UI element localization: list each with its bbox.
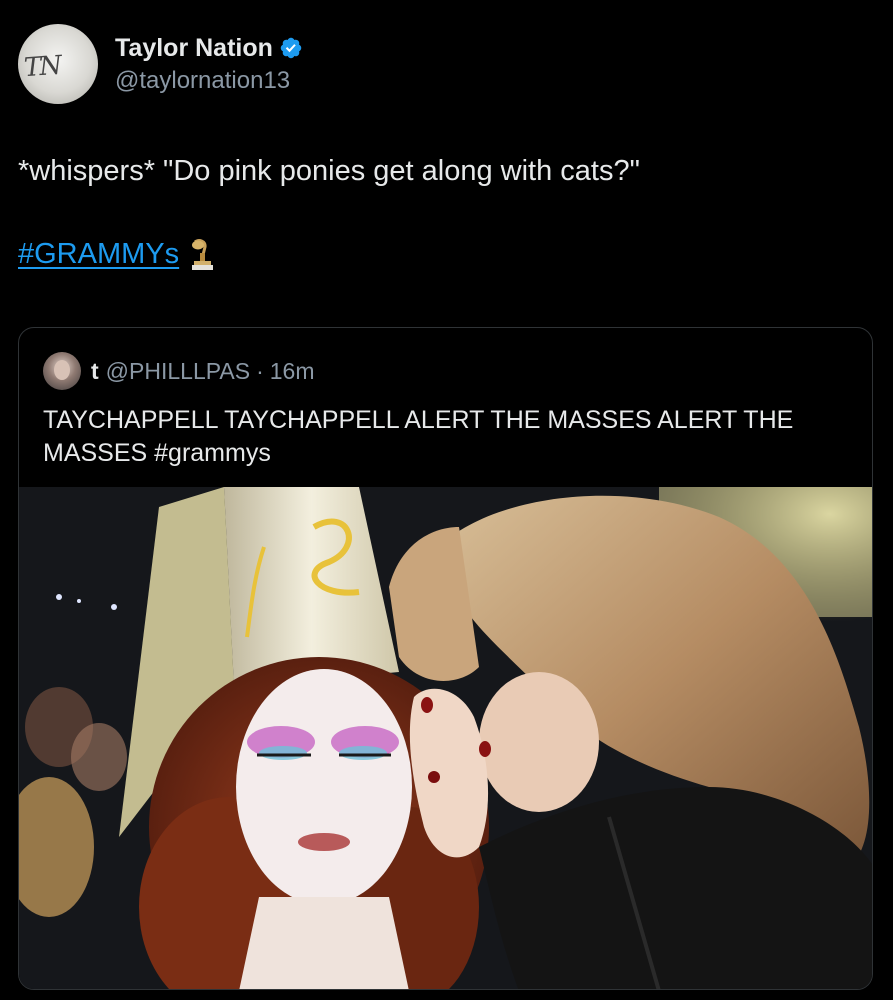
tweet-text: *whispers* "Do pink ponies get along wit… <box>18 155 640 187</box>
quoted-tweet-card[interactable]: t @PHILLLPAS · 16m TAYCHAPPELL TAYCHAPPE… <box>18 327 873 990</box>
quoted-author-display-name[interactable]: t <box>91 358 99 385</box>
avatar-monogram: TN <box>22 50 62 84</box>
author-avatar[interactable]: TN <box>18 24 98 104</box>
verified-badge-icon <box>280 37 302 59</box>
quoted-tweet-photo[interactable] <box>19 487 872 989</box>
tweet-author: TN Taylor Nation @taylornation13 <box>18 24 303 104</box>
gramophone-icon <box>192 238 214 270</box>
quoted-timestamp[interactable]: 16m <box>270 358 315 385</box>
quoted-author-handle[interactable]: @PHILLLPAS <box>106 358 250 385</box>
photo-illustration <box>19 487 872 989</box>
hashtag-row: #GRAMMYs <box>18 238 215 271</box>
author-display-name[interactable]: Taylor Nation <box>115 34 273 63</box>
quoted-author-avatar[interactable] <box>43 352 81 390</box>
author-handle[interactable]: @taylornation13 <box>115 67 303 95</box>
tweet-view: TN Taylor Nation @taylornation13 *whispe… <box>0 0 893 1000</box>
dot-separator: · <box>256 357 264 384</box>
quoted-tweet-text: TAYCHAPPELL TAYCHAPPELL ALERT THE MASSES… <box>43 406 794 467</box>
display-name-row: Taylor Nation <box>115 34 303 63</box>
quoted-tweet-header: t @PHILLLPAS · 16m <box>43 352 314 390</box>
hashtag-link[interactable]: #GRAMMYs <box>18 238 179 271</box>
author-names: Taylor Nation @taylornation13 <box>115 34 303 95</box>
